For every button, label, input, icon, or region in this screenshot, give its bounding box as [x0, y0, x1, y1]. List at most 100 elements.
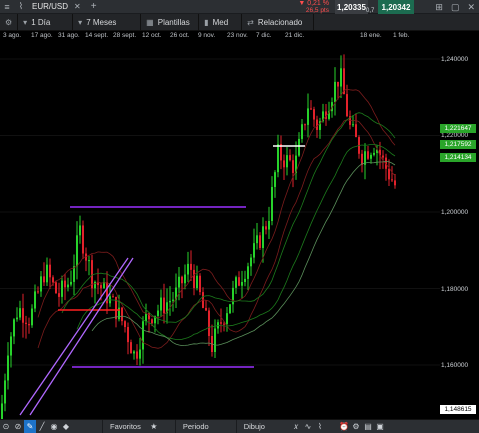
date-tick: 17 ago. — [31, 32, 53, 39]
candle — [127, 322, 129, 355]
candle — [259, 232, 261, 251]
date-tick: 28 sept. — [113, 32, 137, 39]
candle — [7, 342, 9, 390]
favorites-button[interactable]: Favoritos — [102, 419, 148, 433]
moving-average-line — [37, 119, 396, 349]
layout-icon[interactable]: ▣ — [374, 420, 386, 433]
trend-line[interactable] — [29, 257, 134, 416]
candle — [247, 262, 249, 291]
candle — [394, 173, 396, 189]
chart-type-button[interactable]: ▮ Med — [199, 13, 243, 31]
alarm-icon[interactable]: ⏰ — [338, 420, 350, 433]
candle — [193, 264, 195, 296]
period-selector[interactable]: ▾ 1 Día — [18, 13, 74, 31]
line-tool-icon[interactable]: ╱ — [36, 420, 48, 433]
top-bar: ≡ ⌇ EUR/USD ✕ + ▼ 0,21 % 26,5 pts 1,2033… — [0, 0, 479, 14]
candle — [64, 273, 66, 301]
candle — [61, 275, 63, 304]
date-tick: 9 nov. — [198, 32, 216, 39]
eye-icon[interactable]: ◉ — [48, 420, 60, 433]
candle — [133, 350, 135, 360]
candle — [43, 262, 45, 286]
indicator-icon[interactable]: ⌇ — [314, 420, 326, 433]
marker-icon[interactable]: ◆ — [60, 420, 72, 433]
function-icon[interactable]: 𝑥 — [290, 420, 302, 433]
settings-icon[interactable]: ⚙ — [350, 420, 362, 433]
period-button[interactable]: Periodo — [174, 419, 216, 433]
candle — [136, 344, 138, 366]
candle — [115, 296, 117, 328]
drawing-button[interactable]: Dibujo — [235, 419, 272, 433]
candle — [142, 316, 144, 364]
candle — [220, 308, 222, 333]
candle — [190, 250, 192, 281]
candle — [124, 320, 126, 333]
candle — [175, 273, 177, 308]
candle — [343, 54, 345, 95]
candle — [295, 141, 297, 180]
candle — [139, 337, 141, 366]
chart-toolbar: ⚙ ▾ 1 Día ▾ 7 Meses ▦ Plantillas ▮ Med ⇄… — [0, 13, 479, 31]
candle — [70, 270, 72, 287]
candle — [283, 154, 285, 180]
candle — [256, 223, 258, 250]
candle — [211, 324, 213, 357]
close-icon[interactable]: ✕ — [74, 2, 81, 11]
star-icon[interactable]: ★ — [148, 420, 160, 433]
candle — [31, 304, 33, 328]
price-tick: 1,200000 — [441, 209, 469, 216]
candle — [55, 280, 57, 294]
pin-icon[interactable]: ⊞ — [435, 2, 443, 13]
candle — [370, 152, 372, 164]
drawing-label: Dibujo — [243, 422, 265, 431]
hamburger-icon[interactable]: ≡ — [0, 0, 14, 14]
candle — [367, 145, 369, 161]
buy-button[interactable]: 1,20342 — [378, 0, 414, 14]
price-tag-ma1: 1,221647 — [440, 124, 476, 133]
bottom-toolbar: ⊙ ⊘ ✎ ╱ ◉ ◆ Favoritos ★ Periodo Dibujo 𝑥… — [0, 419, 479, 433]
candle — [238, 271, 240, 287]
wave-icon[interactable]: ∿ — [302, 420, 314, 433]
change-percent: ▼ 0,21 % — [298, 0, 329, 7]
price-chart[interactable] — [0, 40, 440, 419]
candle — [184, 264, 186, 290]
candle — [385, 153, 387, 181]
chevron-down-icon: ▾ — [78, 17, 83, 27]
candle — [274, 170, 276, 198]
close-window-icon[interactable]: ✕ — [467, 2, 475, 13]
date-tick: 14 sept. — [85, 32, 109, 39]
candle — [358, 135, 360, 159]
expand-icon[interactable]: ▢ — [451, 2, 460, 13]
price-tick: 1,160000 — [441, 362, 469, 369]
candle — [13, 318, 15, 345]
candle — [196, 265, 198, 291]
candle — [67, 277, 69, 292]
templates-button[interactable]: ▦ Plantillas — [141, 13, 200, 31]
trash-icon[interactable]: ▤ — [362, 420, 374, 433]
pencil-off-icon[interactable]: ⊘ — [12, 420, 24, 433]
date-tick: 3 ago. — [3, 32, 22, 39]
settings-button[interactable]: ⚙ — [0, 13, 19, 31]
candle — [112, 293, 114, 298]
related-button[interactable]: ⇄ Relacionado — [242, 13, 315, 31]
templates-icon: ▦ — [146, 17, 154, 27]
symbol-tab[interactable]: EUR/USD ✕ — [28, 2, 85, 11]
candle — [160, 289, 162, 317]
plus-icon[interactable]: + — [85, 1, 103, 12]
chart-type-label: Med — [212, 17, 229, 27]
chart-icon[interactable]: ⌇ — [14, 0, 28, 14]
sell-button[interactable]: 1,20335 — [335, 0, 368, 14]
candle — [292, 154, 294, 188]
date-tick: 1 feb. — [393, 32, 410, 39]
candle — [49, 258, 51, 289]
candle — [106, 271, 108, 314]
price-tag-ma2: 1,217592 — [440, 140, 476, 149]
range-selector[interactable]: ▾ 7 Meses — [73, 13, 142, 31]
candle — [205, 300, 207, 312]
crosshair-icon[interactable]: ⊙ — [0, 420, 12, 433]
candles-icon: ▮ — [204, 17, 209, 27]
symbol-label: EUR/USD — [32, 2, 69, 11]
candle — [361, 149, 363, 173]
pencil-icon[interactable]: ✎ — [24, 419, 36, 433]
candle — [355, 113, 357, 138]
